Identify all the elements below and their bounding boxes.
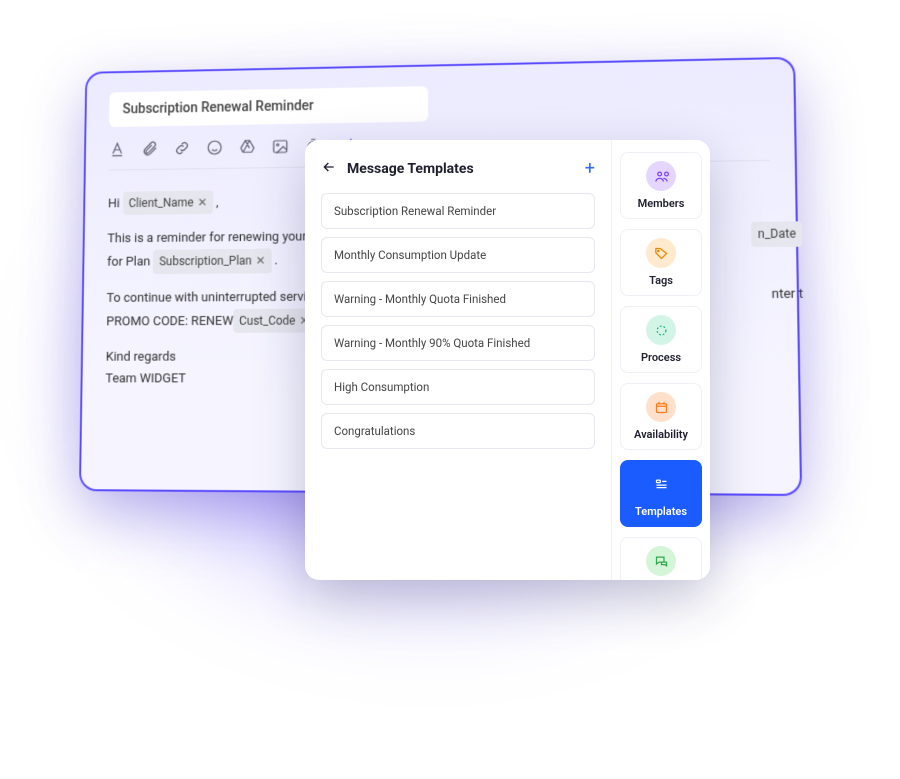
channel-icon: [646, 546, 676, 576]
process-icon: [646, 315, 676, 345]
popover-rail: Members Tags Process Availability Templa…: [612, 140, 710, 580]
rail-label: Tags: [649, 274, 673, 287]
rail-item-tags[interactable]: Tags: [620, 229, 702, 296]
popover-header: Message Templates +: [321, 158, 595, 179]
body-text: for Plan: [107, 255, 153, 270]
rail-label: Availability: [634, 428, 688, 441]
templates-icon: [646, 469, 676, 499]
rail-item-templates[interactable]: Templates: [620, 460, 702, 527]
variable-chip-code[interactable]: Cust_Code ✕: [233, 309, 315, 334]
body-text-clipped: nter t: [771, 283, 803, 306]
body-signoff: Team WIDGET: [105, 372, 185, 387]
popover-title: Message Templates: [347, 161, 474, 177]
templates-popover: Message Templates + Subscription Renewal…: [305, 140, 710, 580]
close-icon[interactable]: ✕: [256, 251, 266, 271]
popover-reflection: [305, 572, 710, 732]
close-icon[interactable]: ✕: [197, 192, 207, 212]
subject-field[interactable]: Subscription Renewal Reminder: [109, 86, 428, 127]
template-item[interactable]: Warning - Monthly 90% Quota Finished: [321, 325, 595, 361]
variable-chip-plan[interactable]: Subscription_Plan ✕: [153, 249, 271, 274]
link-icon[interactable]: [173, 139, 190, 157]
template-item[interactable]: Subscription Renewal Reminder: [321, 193, 595, 229]
rail-item-members[interactable]: Members: [620, 152, 702, 219]
variable-chip-date[interactable]: n_Date: [751, 222, 802, 247]
body-text: PROMO CODE: RENEW: [106, 314, 233, 329]
template-item[interactable]: Congratulations: [321, 413, 595, 449]
body-signoff: Kind regards: [106, 350, 176, 365]
emoji-icon[interactable]: [206, 139, 223, 157]
tags-icon: [646, 238, 676, 268]
rail-label: Members: [638, 197, 685, 210]
templates-list-panel: Message Templates + Subscription Renewal…: [305, 140, 612, 580]
rail-label: Templates: [635, 505, 687, 518]
members-icon: [646, 161, 676, 191]
rail-item-process[interactable]: Process: [620, 306, 702, 373]
variable-chip-client[interactable]: Client_Name ✕: [123, 190, 213, 215]
add-template-button[interactable]: +: [585, 158, 595, 179]
template-item[interactable]: Monthly Consumption Update: [321, 237, 595, 273]
template-item[interactable]: High Consumption: [321, 369, 595, 405]
rail-label: Process: [641, 351, 681, 364]
text-style-icon[interactable]: [109, 140, 126, 158]
attachment-icon[interactable]: [141, 140, 158, 158]
availability-icon: [646, 392, 676, 422]
template-item[interactable]: Warning - Monthly Quota Finished: [321, 281, 595, 317]
drive-icon[interactable]: [239, 138, 257, 156]
body-text: Hi: [108, 196, 123, 211]
rail-item-channel[interactable]: Channel: [620, 537, 702, 580]
image-icon[interactable]: [271, 138, 289, 156]
back-button[interactable]: [321, 159, 337, 179]
rail-item-availability[interactable]: Availability: [620, 383, 702, 450]
